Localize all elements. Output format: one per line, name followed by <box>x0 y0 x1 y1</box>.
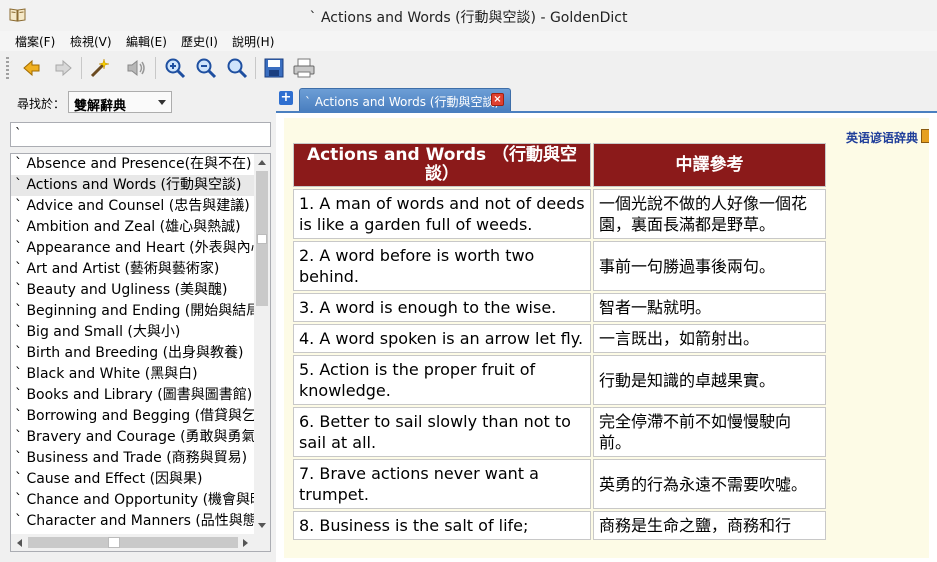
phrase-chinese: 一個光說不做的人好像一個花園，裏面長滿都是野草。 <box>593 189 826 239</box>
hscroll-thumb-grip <box>108 537 120 548</box>
menu-edit[interactable]: 編輯(E) <box>126 33 167 50</box>
table-row: 2. A word before is worth two behind. 事前一… <box>293 241 826 291</box>
word-list-item[interactable]: ` Beauty and Ugliness (美與醜) <box>11 280 255 301</box>
menu-history[interactable]: 歷史(I) <box>181 33 218 50</box>
header-english: Actions and Words （行動與空談） <box>293 143 591 187</box>
horizontal-scrollbar[interactable] <box>11 534 270 551</box>
word-list-item[interactable]: ` Absence and Presence(在與不在) <box>11 154 255 175</box>
scan-wand-icon[interactable] <box>86 55 112 81</box>
dictionary-group-value: 雙解辭典 <box>74 99 127 114</box>
phrase-table-body: 1. A man of words and not of deeds is li… <box>293 189 826 540</box>
phrase-chinese: 一言既出，如箭射出。 <box>593 324 826 353</box>
zoom-in-icon[interactable] <box>162 55 188 81</box>
word-list-item[interactable]: ` Character and Manners (品性與態度) <box>11 511 255 532</box>
word-list-item[interactable]: ` Appearance and Heart (外表與內心) <box>11 238 255 259</box>
table-row: 7. Brave actions never want a trumpet. 英勇… <box>293 459 826 509</box>
word-list-item[interactable]: ` Chance and Opportunity (機會與時機) <box>11 490 255 511</box>
title-bar: ` Actions and Words (行動與空談) - GoldenDict <box>0 0 937 32</box>
word-list-item[interactable]: ` Bravery and Courage (勇敢與勇氣) <box>11 427 255 448</box>
phrase-english: 6. Better to sail slowly than not to sai… <box>293 407 591 457</box>
phrase-english: 7. Brave actions never want a trumpet. <box>293 459 591 509</box>
word-list-item[interactable]: ` Advice and Counsel (忠告與建議) <box>11 196 255 217</box>
word-list-item[interactable]: ` Borrowing and Begging (借貸與乞討) <box>11 406 255 427</box>
table-row: 5. Action is the proper fruit of knowled… <box>293 355 826 405</box>
scroll-left-icon[interactable] <box>11 534 27 551</box>
phrase-english: 1. A man of words and not of deeds is li… <box>293 189 591 239</box>
phrase-chinese: 英勇的行為永遠不需要吹噓。 <box>593 459 826 509</box>
scroll-down-icon[interactable] <box>254 518 270 534</box>
header-chinese: 中譯參考 <box>593 143 826 187</box>
hscroll-thumb[interactable] <box>28 537 238 548</box>
vertical-scrollbar[interactable] <box>254 154 270 534</box>
word-list-item[interactable]: ` Actions and Words (行動與空談) <box>11 175 255 196</box>
phrase-english: 2. A word before is worth two behind. <box>293 241 591 291</box>
toolbar-grip[interactable] <box>6 57 9 79</box>
look-in-label: 尋找於： <box>17 97 66 111</box>
pronounce-speaker-icon[interactable] <box>123 55 149 81</box>
toolbar-separator <box>81 57 82 79</box>
phrase-chinese: 事前一句勝過事後兩句。 <box>593 241 826 291</box>
article-view[interactable]: 英语谚语辞典 Actions and Words （行動與空談） 中譯參考 1.… <box>276 111 937 562</box>
back-icon[interactable] <box>19 55 45 81</box>
phrase-chinese: 商務是生命之鹽，商務和行 <box>593 511 826 540</box>
dictionary-name[interactable]: 英语谚语辞典 <box>846 129 929 146</box>
word-list-item[interactable]: ` Business and Trade (商務與貿易) <box>11 448 255 469</box>
table-row: 3. A word is enough to the wise. 智者一點就明。 <box>293 293 826 322</box>
scroll-up-icon[interactable] <box>254 154 270 170</box>
word-list-item[interactable]: ` Big and Small (大與小) <box>11 322 255 343</box>
zoom-out-icon[interactable] <box>193 55 219 81</box>
scroll-thumb-grip <box>257 234 267 244</box>
word-list-items: ` Absence and Presence(在與不在) ` Actions an… <box>11 154 255 534</box>
chevron-down-icon <box>158 100 166 105</box>
dictionary-name-label: 英语谚语辞典 <box>846 131 919 145</box>
toolbar <box>0 51 937 85</box>
word-list-item[interactable]: ` Cause and Effect (因與果) <box>11 469 255 490</box>
table-row: 1. A man of words and not of deeds is li… <box>293 189 826 239</box>
menu-file[interactable]: 檔案(F) <box>15 33 55 50</box>
table-row: 6. Better to sail slowly than not to sai… <box>293 407 826 457</box>
close-tab-icon[interactable]: × <box>491 93 504 106</box>
phrase-chinese: 完全停滯不前不如慢慢駛向前。 <box>593 407 826 457</box>
phrase-english: 5. Action is the proper fruit of knowled… <box>293 355 591 405</box>
word-list[interactable]: ` Absence and Presence(在與不在) ` Actions an… <box>10 153 271 552</box>
phrase-english: 3. A word is enough to the wise. <box>293 293 591 322</box>
table-row: 8. Business is the salt of life; 商務是生命之鹽，… <box>293 511 826 540</box>
add-tab-icon[interactable]: + <box>279 91 293 105</box>
word-list-item[interactable]: ` Ambition and Zeal (雄心與熱誠) <box>11 217 255 238</box>
forward-icon[interactable] <box>50 55 76 81</box>
save-icon[interactable] <box>261 55 287 81</box>
print-icon[interactable] <box>291 55 317 81</box>
phrase-english: 4. A word spoken is an arrow let fly. <box>293 324 591 353</box>
tab-bar: + ` Actions and Words (行動與空談) × <box>276 86 937 111</box>
word-list-item[interactable]: ` Art and Artist (藝術與藝術家) <box>11 259 255 280</box>
phrase-english: 8. Business is the salt of life; <box>293 511 591 540</box>
zoom-reset-icon[interactable] <box>224 55 250 81</box>
table-row: 4. A word spoken is an arrow let fly. 一言既… <box>293 324 826 353</box>
menu-view[interactable]: 檢視(V) <box>70 33 112 50</box>
word-list-item[interactable]: ` Birth and Breeding (出身與教養) <box>11 343 255 364</box>
dictionary-group-select[interactable]: 雙解辭典 <box>68 91 172 114</box>
dictionary-icon <box>921 129 929 143</box>
scroll-right-icon[interactable] <box>238 534 254 551</box>
toolbar-separator <box>255 57 256 79</box>
window-title: ` Actions and Words (行動與空談) - GoldenDict <box>309 10 628 26</box>
menu-bar: 檔案(F) 檢視(V) 編輯(E) 歷史(I) 說明(H) <box>0 31 937 51</box>
word-list-item[interactable]: ` Black and White (黑與白) <box>11 364 255 385</box>
article-content: 英语谚语辞典 Actions and Words （行動與空談） 中譯參考 1.… <box>284 118 929 558</box>
search-input[interactable] <box>10 122 271 147</box>
toolbar-separator <box>155 57 156 79</box>
phrase-table: Actions and Words （行動與空談） 中譯參考 1. A man … <box>291 141 828 542</box>
tab-article[interactable]: ` Actions and Words (行動與空談) × <box>299 88 511 111</box>
tab-title: ` Actions and Words (行動與空談) <box>305 95 500 109</box>
word-list-item[interactable]: ` Beginning and Ending (開始與結局) <box>11 301 255 322</box>
phrase-chinese: 智者一點就明。 <box>593 293 826 322</box>
word-list-item[interactable]: ` Books and Library (圖書與圖書館) <box>11 385 255 406</box>
menu-help[interactable]: 說明(H) <box>232 33 274 50</box>
phrase-chinese: 行動是知識的卓越果實。 <box>593 355 826 405</box>
